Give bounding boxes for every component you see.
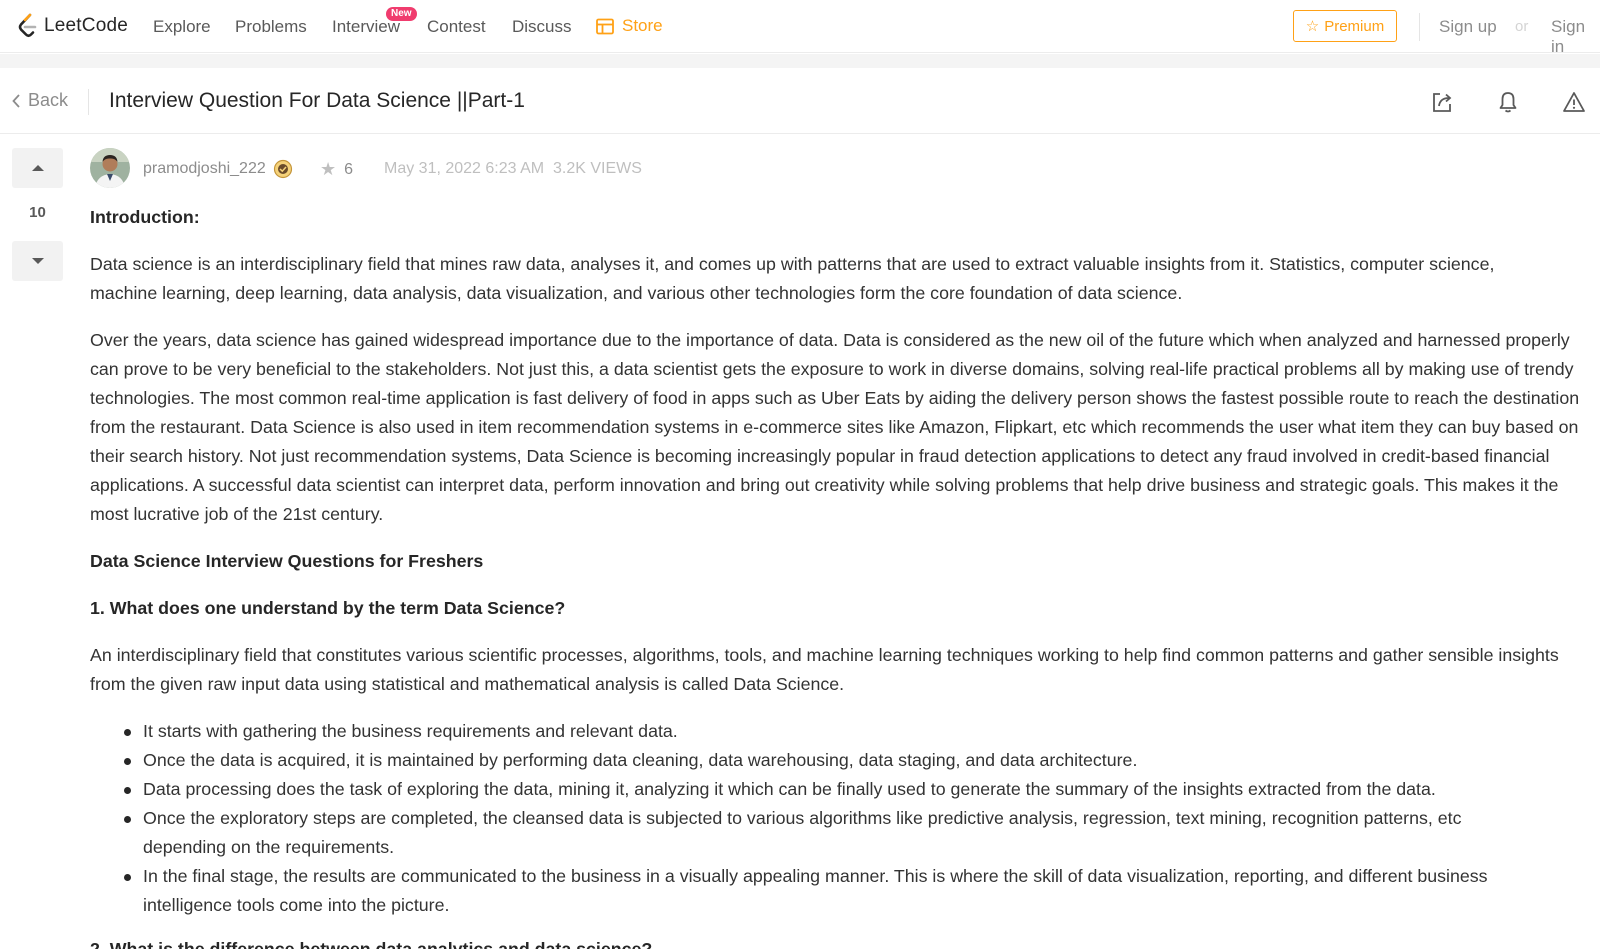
question-2-heading: 2. What is the difference between data a… <box>90 939 653 949</box>
sign-in-link[interactable]: Sign in <box>1551 17 1600 57</box>
store-icon <box>596 18 614 34</box>
reputation: ★ 6 <box>320 159 353 180</box>
nav-problems[interactable]: Problems <box>235 17 307 37</box>
star-icon: ★ <box>320 159 337 179</box>
back-button[interactable]: Back <box>12 90 68 111</box>
list-item: Once the data is acquired, it is maintai… <box>124 746 1600 775</box>
post-content: Introduction: Data science is an interdi… <box>90 203 1600 920</box>
chevron-left-icon <box>12 93 20 108</box>
leetcode-logo-icon <box>18 13 37 38</box>
reputation-count: 6 <box>344 160 354 178</box>
view-count: 3.2K VIEWS <box>553 160 642 177</box>
caret-down-icon <box>31 258 44 264</box>
top-navbar: LeetCode Explore Problems Interview New … <box>0 0 1600 56</box>
overview-paragraph: Over the years, data science has gained … <box>90 330 1580 524</box>
nav-contest[interactable]: Contest <box>427 17 486 37</box>
downvote-button[interactable] <box>12 241 63 281</box>
intro-heading: Introduction: <box>90 207 200 227</box>
or-text: or <box>1515 18 1529 35</box>
warning-icon[interactable] <box>1562 90 1586 114</box>
leetcode-logo[interactable]: LeetCode <box>16 12 128 40</box>
nav-discuss[interactable]: Discuss <box>512 17 572 37</box>
list-item: Once the exploratory steps are completed… <box>124 804 1543 862</box>
upvote-button[interactable] <box>12 148 63 188</box>
page-title: Interview Question For Data Science ||Pa… <box>109 89 525 112</box>
nav-store[interactable]: Store <box>596 16 663 36</box>
vote-count: 10 <box>29 204 46 221</box>
guardian-badge-icon <box>273 159 293 179</box>
freshers-heading: Data Science Interview Questions for Fre… <box>90 551 484 571</box>
bell-icon[interactable] <box>1496 90 1520 114</box>
post-date: May 31, 2022 6:23 AM <box>384 160 545 177</box>
nav-explore[interactable]: Explore <box>153 17 211 37</box>
premium-button[interactable]: ☆ Premium <box>1293 10 1397 42</box>
list-item: In the final stage, the results are comm… <box>124 862 1563 920</box>
logo-text: LeetCode <box>44 15 129 36</box>
list-item: Data processing does the task of explori… <box>124 775 1600 804</box>
post-header: Back Interview Question For Data Science… <box>0 68 1600 134</box>
nav-divider <box>1419 13 1420 41</box>
sign-up-link[interactable]: Sign up <box>1439 17 1497 37</box>
intro-paragraph: Data science is an interdisciplinary fie… <box>90 254 1495 303</box>
question-1-answer: An interdisciplinary field that constitu… <box>90 645 1559 694</box>
store-label: Store <box>622 16 663 35</box>
title-divider <box>88 89 89 115</box>
avatar[interactable] <box>90 148 130 188</box>
star-outline-icon: ☆ <box>1305 18 1320 35</box>
list-item: It starts with gathering the business re… <box>124 717 1600 746</box>
share-icon[interactable] <box>1430 90 1454 114</box>
author-name[interactable]: pramodjoshi_222 <box>143 160 266 178</box>
new-badge: New <box>386 7 417 21</box>
page-band <box>0 54 1600 68</box>
caret-up-icon <box>31 165 44 171</box>
premium-label: Premium <box>1324 17 1385 35</box>
back-label: Back <box>28 90 69 110</box>
steps-list: It starts with gathering the business re… <box>90 717 1600 920</box>
question-1-heading: 1. What does one understand by the term … <box>90 598 566 618</box>
